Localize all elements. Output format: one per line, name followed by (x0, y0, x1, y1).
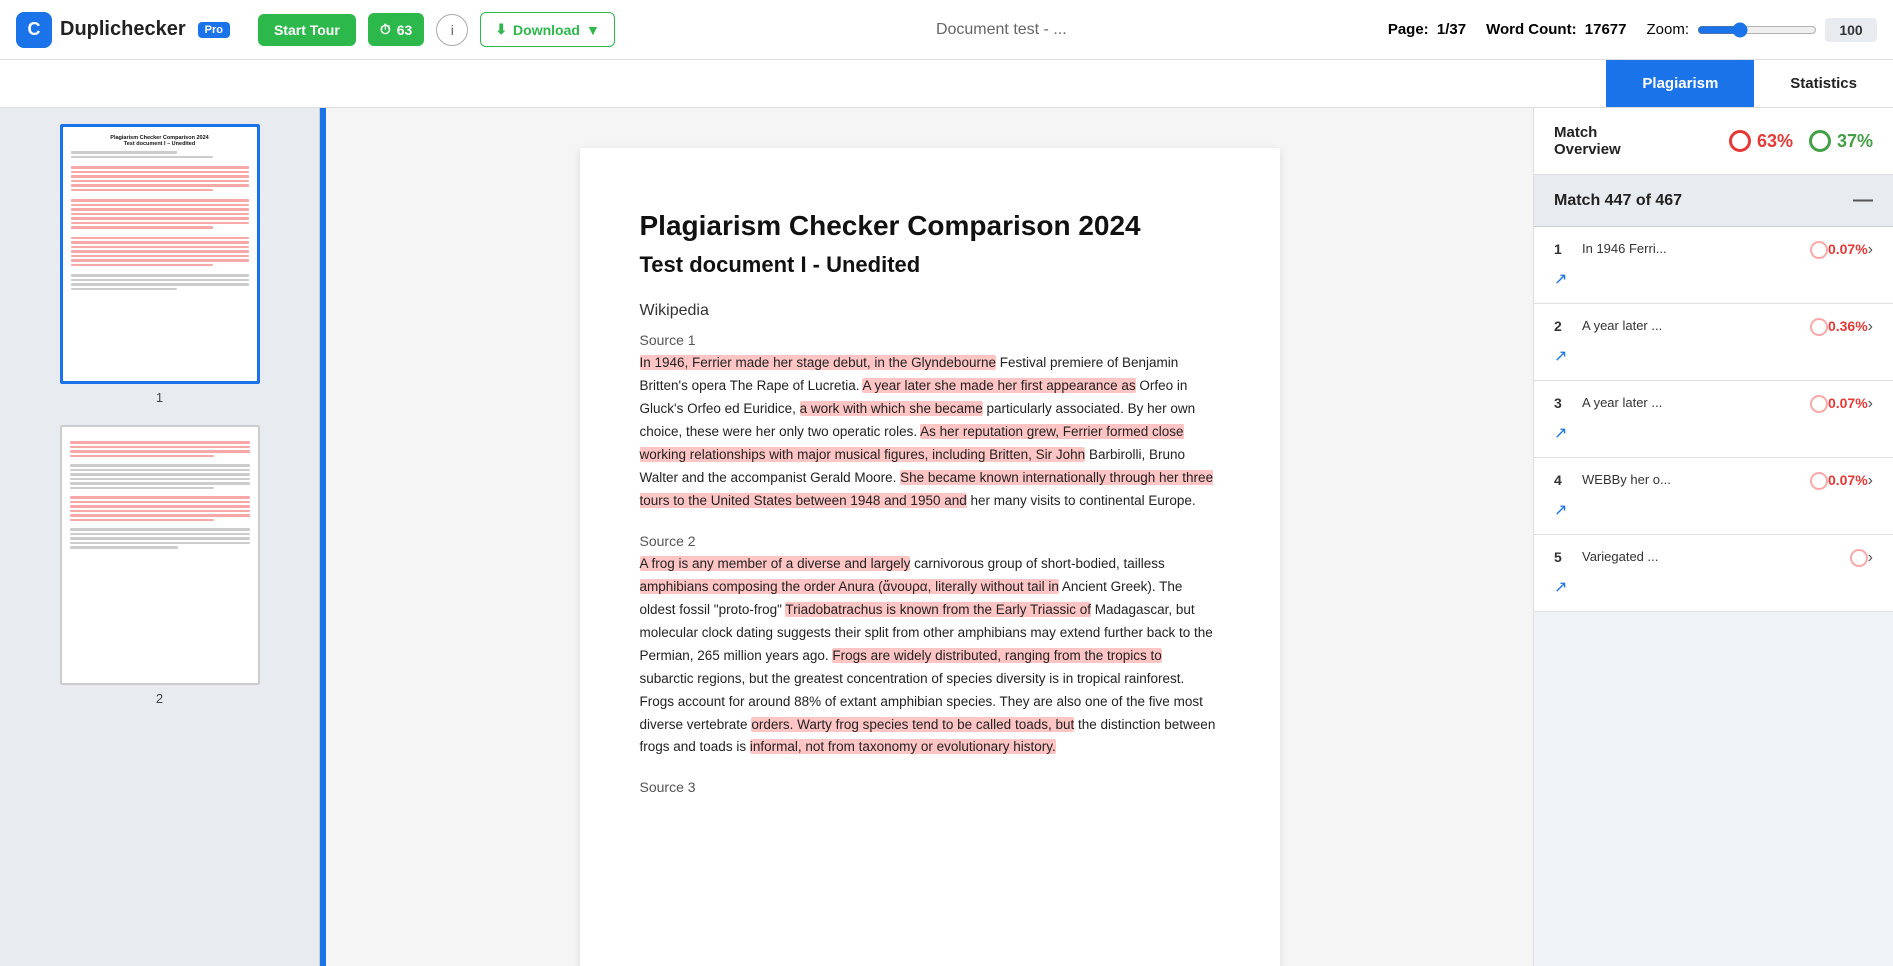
pro-badge: Pro (198, 22, 230, 38)
timer-icon: ⏱ (380, 21, 391, 38)
logo-name: Duplichecker (60, 18, 186, 41)
main-area: Plagiarism Checker Comparison 2024 Test d… (0, 108, 1893, 966)
match-pct-1: 0.07% (1828, 241, 1868, 257)
match-circle-5 (1850, 549, 1868, 567)
download-label: Download (513, 22, 580, 38)
external-link-1[interactable]: ↗ (1554, 269, 1567, 289)
circle-red-icon (1729, 130, 1751, 152)
source1-label: Source 1 (640, 332, 1220, 348)
match-snippet-5: Variegated ... (1582, 549, 1842, 564)
match-num-2: 2 (1554, 318, 1574, 334)
page-value: 1/37 (1437, 21, 1466, 38)
start-tour-button[interactable]: Start Tour (258, 14, 356, 46)
info-icon: i (451, 22, 454, 38)
match-num-4: 4 (1554, 472, 1574, 488)
doc-heading1: Plagiarism Checker Comparison 2024 (640, 208, 1220, 244)
zoom-control: Zoom: 100 (1646, 18, 1877, 42)
match-overview: Match Overview 63% 37% (1534, 108, 1893, 175)
match-circle-1 (1810, 241, 1828, 259)
thumb-num-1: 1 (156, 390, 163, 405)
tabs-bar: Plagiarism Statistics (0, 60, 1893, 108)
match-num-3: 3 (1554, 395, 1574, 411)
match-pct-3: 0.07% (1828, 395, 1868, 411)
chevron-down-icon-2[interactable]: › (1868, 318, 1873, 336)
page-label: Page: (1388, 21, 1429, 38)
thumb-page-1: Plagiarism Checker Comparison 2024Test d… (20, 124, 299, 405)
percent-red: 63% (1757, 131, 1793, 152)
zoom-value: 100 (1825, 18, 1877, 42)
word-count-value: 17677 (1585, 21, 1627, 38)
header: C Duplichecker Pro Start Tour ⏱ 63 i ⬇ D… (0, 0, 1893, 60)
timer-button[interactable]: ⏱ 63 (368, 13, 425, 46)
match-pct-4: 0.07% (1828, 472, 1868, 488)
tab-statistics[interactable]: Statistics (1754, 60, 1893, 107)
match-item-3: 3 A year later ... 0.07% › ↗ (1534, 381, 1893, 458)
percent-green: 37% (1837, 131, 1873, 152)
source3-label: Source 3 (640, 779, 1220, 795)
circle-green-icon (1809, 130, 1831, 152)
match-snippet-4: WEBBy her o... (1582, 472, 1802, 487)
match-circle-4 (1810, 472, 1828, 490)
chevron-down-icon: ▼ (586, 22, 600, 38)
match-snippet-1: In 1946 Ferri... (1582, 241, 1802, 256)
match-circle-2 (1810, 318, 1828, 336)
match-pct-2: 0.36% (1828, 318, 1868, 334)
logo-area: C Duplichecker Pro (16, 12, 230, 48)
match-item-2: 2 A year later ... 0.36% › ↗ (1534, 304, 1893, 381)
source2-paragraph: A frog is any member of a diverse and la… (640, 553, 1220, 759)
source1-paragraph: In 1946, Ferrier made her stage debut, i… (640, 352, 1220, 513)
download-button[interactable]: ⬇ Download ▼ (480, 12, 614, 47)
doc-heading2: Test document I - Unedited (640, 252, 1220, 278)
match-header: Match 447 of 467 — (1534, 175, 1893, 227)
stat-red: 63% (1729, 130, 1793, 152)
match-overview-title: Match Overview (1554, 124, 1713, 158)
sidebar: Plagiarism Checker Comparison 2024Test d… (0, 108, 320, 966)
collapse-button[interactable]: — (1853, 189, 1873, 212)
match-snippet-3: A year later ... (1582, 395, 1802, 410)
zoom-label: Zoom: (1646, 21, 1689, 38)
document-title: Document test - ... (627, 21, 1376, 39)
logo-icon: C (16, 12, 52, 48)
thumb-1[interactable]: Plagiarism Checker Comparison 2024Test d… (60, 124, 260, 384)
match-snippet-2: A year later ... (1582, 318, 1802, 333)
start-tour-label: Start Tour (274, 22, 340, 38)
word-count-label: Word Count: (1486, 21, 1577, 38)
chevron-down-icon-4[interactable]: › (1868, 472, 1873, 490)
external-link-4[interactable]: ↗ (1554, 500, 1567, 520)
header-right: Page: 1/37 Word Count: 17677 Zoom: 100 (1388, 18, 1877, 42)
chevron-down-icon-3[interactable]: › (1868, 395, 1873, 413)
match-list: 1 In 1946 Ferri... 0.07% › ↗ 2 A year la… (1534, 227, 1893, 612)
match-item-5: 5 Variegated ... › ↗ (1534, 535, 1893, 612)
tab-plagiarism[interactable]: Plagiarism (1606, 60, 1754, 107)
match-item-1: 1 In 1946 Ferri... 0.07% › ↗ (1534, 227, 1893, 304)
chevron-down-icon-1[interactable]: › (1868, 241, 1873, 259)
zoom-slider[interactable] (1697, 22, 1817, 38)
source-wiki: Wikipedia (640, 302, 1220, 320)
match-item-4: 4 WEBBy her o... 0.07% › ↗ (1534, 458, 1893, 535)
document-area: Plagiarism Checker Comparison 2024 Test … (326, 108, 1533, 966)
document-page: Plagiarism Checker Comparison 2024 Test … (580, 148, 1280, 966)
stat-green: 37% (1809, 130, 1873, 152)
source2-label: Source 2 (640, 533, 1220, 549)
match-header-label: Match 447 of 467 (1554, 192, 1682, 210)
thumb-2[interactable] (60, 425, 260, 685)
match-circle-3 (1810, 395, 1828, 413)
external-link-3[interactable]: ↗ (1554, 423, 1567, 443)
info-button[interactable]: i (436, 14, 468, 46)
match-num-5: 5 (1554, 549, 1574, 565)
match-num-1: 1 (1554, 241, 1574, 257)
timer-value: 63 (397, 22, 413, 38)
external-link-5[interactable]: ↗ (1554, 577, 1567, 597)
thumb-num-2: 2 (156, 691, 163, 706)
external-link-2[interactable]: ↗ (1554, 346, 1567, 366)
word-count-info: Word Count: 17677 (1486, 21, 1626, 38)
right-panel: Match Overview 63% 37% Match 447 of 467 … (1533, 108, 1893, 966)
thumb-page-2: 2 (20, 425, 299, 706)
page-info: Page: 1/37 (1388, 21, 1466, 38)
chevron-down-icon-5[interactable]: › (1868, 549, 1873, 567)
download-icon: ⬇ (495, 21, 507, 38)
